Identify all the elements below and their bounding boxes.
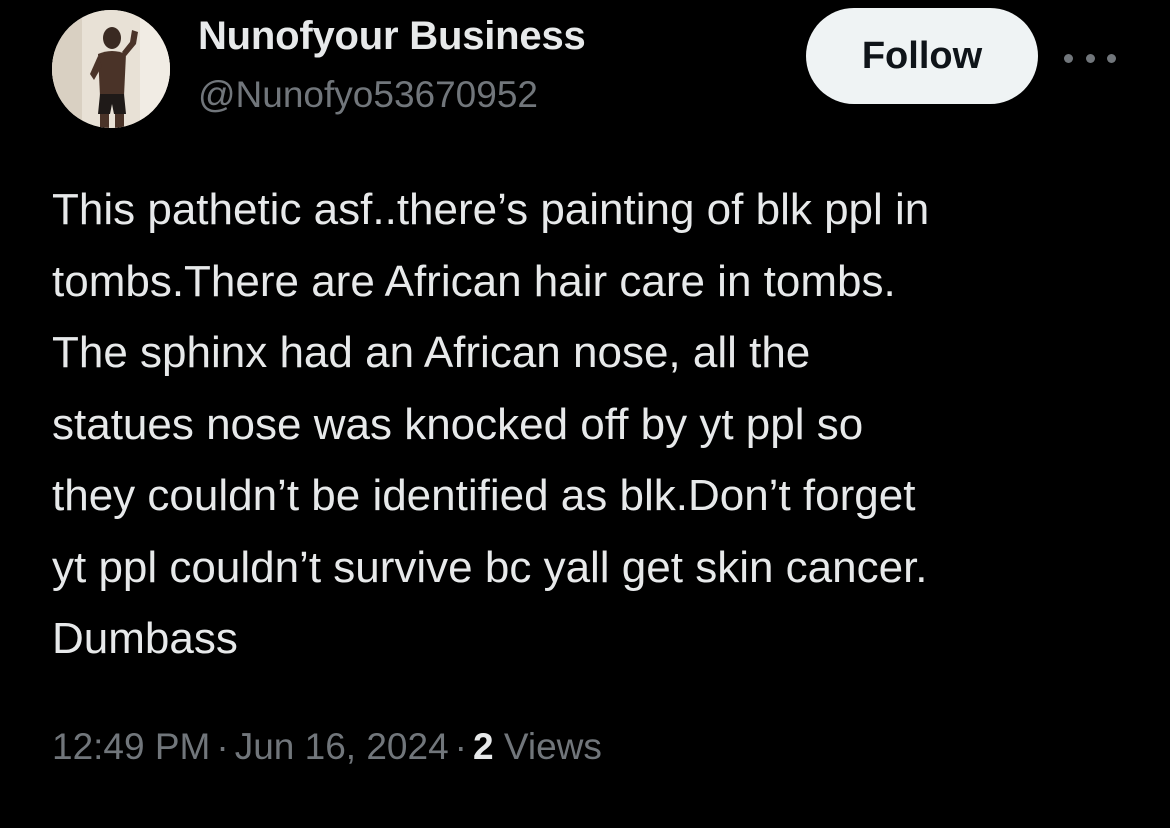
tweet-text-line: This pathetic asf..there’s painting of b… [52, 185, 930, 234]
tweet-text-line: tombs.There are African hair care in tom… [52, 256, 896, 306]
tweet-text-line: statues nose was knocked off by yt ppl s… [52, 399, 864, 449]
user-handle[interactable]: @Nunofyo53670952 [198, 74, 538, 116]
avatar-photo [52, 10, 170, 128]
dot [1064, 53, 1073, 63]
dot [1085, 53, 1095, 63]
tweet: Nunofyour Business @Nunofyo53670952 Foll… [0, 0, 1170, 828]
tweet-text: This pathetic asf..there’s painting of b… [52, 174, 1142, 675]
views-label: Views [503, 726, 602, 767]
views-count[interactable]: 2 [473, 726, 494, 767]
tweet-time[interactable]: 12:49 PM [52, 726, 210, 767]
dot [1107, 53, 1116, 63]
tweet-text-line: they couldn’t be identified as blk.Don’t… [52, 471, 916, 520]
follow-button[interactable]: Follow [806, 8, 1038, 104]
display-name[interactable]: Nunofyour Business [198, 14, 586, 59]
tweet-date[interactable]: Jun 16, 2024 [235, 726, 449, 767]
tweet-text-line: yt ppl couldn’t survive bc yall get skin… [52, 542, 928, 592]
avatar[interactable] [52, 10, 170, 128]
meta-separator: · [216, 726, 229, 767]
meta-separator: · [454, 726, 467, 767]
tweet-text-line: The sphinx had an African nose, all the [52, 328, 811, 377]
tweet-meta: 12:49 PM · Jun 16, 2024 · 2 Views [52, 726, 602, 768]
more-options-icon[interactable] [1064, 44, 1116, 72]
tweet-text-line: Dumbass [52, 614, 238, 663]
